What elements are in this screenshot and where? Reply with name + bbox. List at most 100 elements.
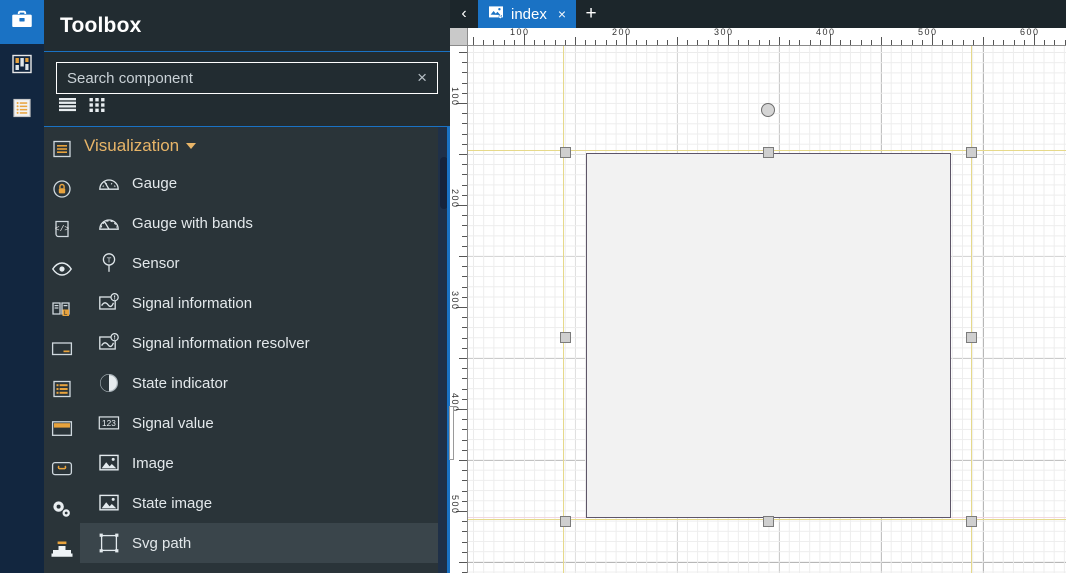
svg-text:123: 123	[102, 419, 116, 428]
resize-handle-sw[interactable]	[560, 516, 571, 527]
category-item-security[interactable]	[52, 171, 72, 211]
list-view-icon[interactable]	[58, 96, 78, 119]
ruler-tick	[850, 40, 852, 45]
category-item-localization[interactable]: L	[51, 291, 73, 331]
list-item[interactable]: 123 Signal value	[80, 403, 450, 443]
list-item[interactable]: Signal information resolver	[80, 323, 450, 363]
list-item[interactable]: State indicator	[80, 363, 450, 403]
ruler-tick	[459, 358, 467, 359]
ruler-tick	[1064, 40, 1066, 45]
application-window: Toolbox ×	[0, 0, 1066, 573]
resize-handle-w[interactable]	[560, 332, 571, 343]
ruler-tick	[462, 133, 467, 135]
app-rail	[0, 0, 44, 573]
rail-item-structure[interactable]	[0, 88, 44, 132]
ruler-tick	[646, 40, 648, 45]
ruler-tick	[462, 82, 467, 84]
ruler-tick	[462, 143, 467, 145]
resize-handle-nw[interactable]	[560, 147, 571, 158]
ruler-tick	[656, 40, 658, 45]
design-canvas[interactable]	[468, 46, 1066, 573]
category-security-icon	[52, 179, 72, 204]
category-item-script[interactable]: </>	[52, 211, 72, 251]
list-item[interactable]: T Sensor	[80, 243, 450, 283]
group-header-visualization[interactable]: Visualization	[80, 129, 450, 163]
ruler-tick	[462, 296, 467, 298]
category-item-link[interactable]	[51, 451, 73, 491]
list-item-label: Sensor	[132, 254, 180, 272]
structure-icon	[11, 97, 33, 124]
list-item[interactable]: Signal information	[80, 283, 450, 323]
category-item-visibility[interactable]	[51, 251, 73, 291]
ruler-tick	[462, 347, 467, 349]
ruler-tick	[513, 40, 515, 45]
grid-view-icon[interactable]	[88, 96, 108, 119]
list-item[interactable]: Gauge with bands	[80, 203, 450, 243]
ruler-tick	[462, 419, 467, 421]
ruler-tick	[483, 40, 485, 45]
resize-handle-n[interactable]	[763, 147, 774, 158]
ruler-tick	[462, 337, 467, 339]
ruler-tick	[493, 40, 495, 45]
category-item-device[interactable]	[50, 531, 74, 571]
list-item-svg-path[interactable]: Svg path	[80, 523, 450, 563]
toolbox-body: </> L Visualization Gauge Gauge with ban…	[44, 127, 450, 573]
list-item[interactable]: Image	[80, 443, 450, 483]
ruler-tick	[462, 388, 467, 390]
category-window-icon	[51, 341, 73, 362]
clear-search-icon[interactable]: ×	[411, 69, 429, 88]
guide-line-vertical	[971, 46, 972, 573]
ruler-tick	[972, 40, 974, 45]
resize-handle-ne[interactable]	[966, 147, 977, 158]
document-icon	[488, 5, 504, 24]
rail-item-toolbox[interactable]	[0, 0, 44, 44]
add-tab-button[interactable]: +	[576, 0, 606, 28]
ruler-tick	[462, 317, 467, 319]
vertical-ruler[interactable]: 100 200 300 400 500	[450, 46, 468, 573]
category-list-icon	[52, 379, 72, 404]
gauge-bands-icon	[98, 212, 120, 234]
list-item[interactable]: Gauge	[80, 163, 450, 203]
resize-handle-se[interactable]	[966, 516, 977, 527]
list-item-label: Gauge with bands	[132, 214, 253, 232]
list-item[interactable]: State image	[80, 483, 450, 523]
resize-handle-e[interactable]	[966, 332, 977, 343]
ruler-tick	[462, 500, 467, 502]
ruler-tick	[779, 37, 780, 45]
selected-shape[interactable]	[586, 153, 951, 518]
ruler-tick	[1044, 40, 1046, 45]
state-image-icon	[98, 492, 120, 514]
svg-path-icon	[98, 532, 120, 554]
ruler-tick	[697, 40, 699, 45]
tab-index[interactable]: index ×	[478, 0, 577, 28]
search-input[interactable]	[67, 69, 412, 87]
rail-item-properties[interactable]	[0, 44, 44, 88]
ruler-tick	[462, 215, 467, 217]
close-icon[interactable]: ×	[554, 6, 566, 22]
resize-handle-s[interactable]	[763, 516, 774, 527]
ruler-tick	[962, 40, 964, 45]
component-list: Visualization Gauge Gauge with bands T S…	[80, 127, 450, 573]
list-item-label: Svg path	[132, 534, 192, 552]
ruler-tick	[462, 72, 467, 74]
signal-value-icon: 123	[98, 412, 120, 434]
category-item-general[interactable]	[52, 131, 72, 171]
gauge-icon	[98, 172, 120, 194]
ruler-tick	[462, 327, 467, 329]
canvas-scrollbar-thumb[interactable]	[449, 406, 454, 460]
rotate-handle[interactable]	[761, 103, 775, 117]
category-item-panel[interactable]	[51, 411, 73, 451]
category-item-list[interactable]	[52, 371, 72, 411]
category-item-window[interactable]	[51, 331, 73, 371]
ruler-tick	[738, 40, 740, 45]
ruler-tick	[462, 531, 467, 533]
ruler-tick	[462, 113, 467, 115]
ruler-tick	[942, 40, 944, 45]
horizontal-ruler[interactable]: 100 200 300 400 500 600	[468, 28, 1066, 46]
guide-line-vertical	[563, 46, 564, 573]
category-panel-icon	[51, 420, 73, 443]
category-item-settings[interactable]	[50, 491, 74, 531]
image-icon	[98, 452, 120, 474]
tab-scroll-back-button[interactable]: ‹	[450, 0, 478, 28]
search-box[interactable]: ×	[56, 62, 438, 94]
